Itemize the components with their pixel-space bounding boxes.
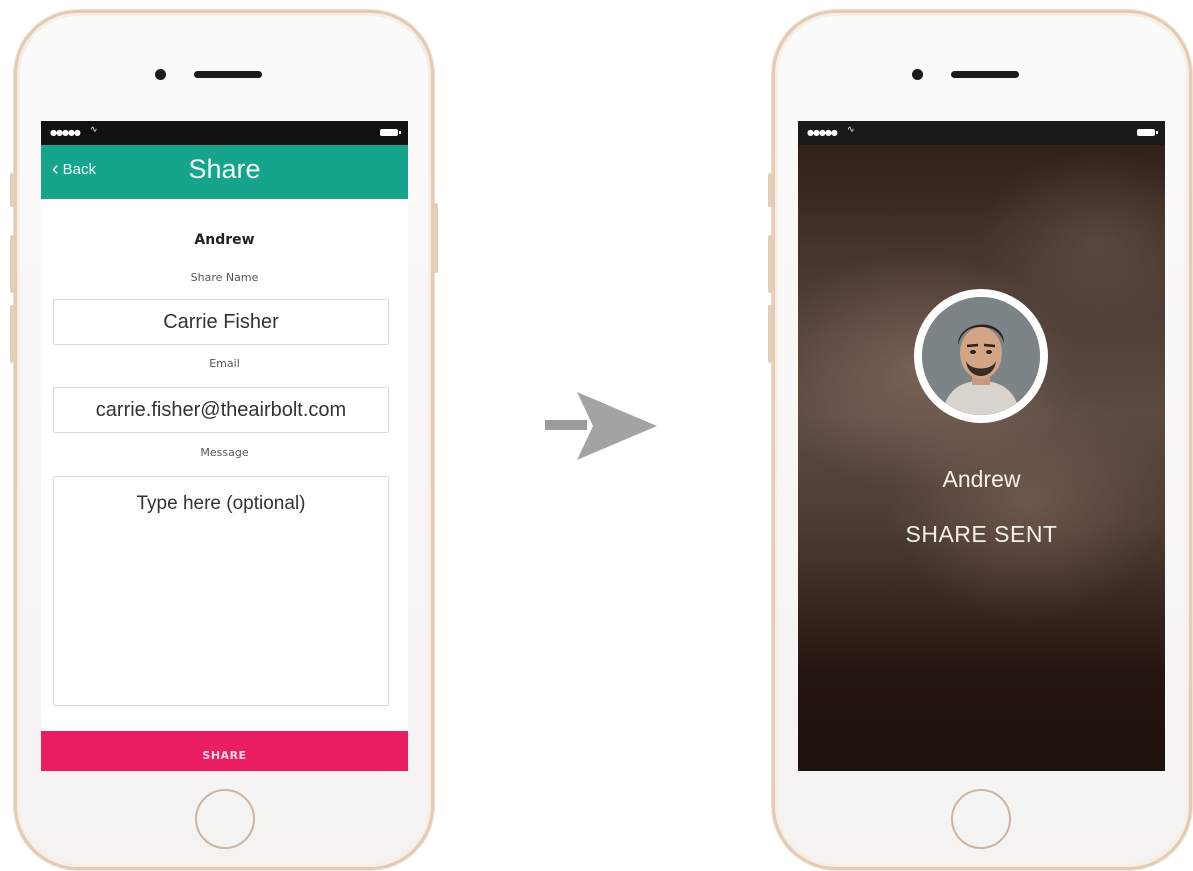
email-input[interactable]: [53, 387, 389, 433]
recipient-name: Andrew: [942, 466, 1021, 492]
home-button[interactable]: [951, 789, 1011, 849]
message-textarea[interactable]: [53, 476, 389, 706]
volume-down-button: [10, 305, 15, 363]
earpiece-speaker: [951, 71, 1019, 78]
right-phone-frame: ●●●●● ∿ Andrew SHARE SENT: [768, 10, 1192, 870]
nav-bar: ‹ Back Share: [41, 145, 408, 199]
avatar-photo: [922, 297, 1040, 415]
message-label: Message: [200, 446, 249, 459]
left-phone-frame: ●●●●● ∿ ‹ Back Share Andrew Share Name E…: [10, 10, 438, 870]
wifi-icon: ∿: [847, 125, 855, 135]
mute-switch: [10, 173, 15, 207]
page-title: Share: [188, 154, 261, 184]
arrow-right-icon: [545, 392, 657, 460]
earpiece-speaker: [194, 71, 262, 78]
avatar: [914, 289, 1048, 423]
email-label: Email: [209, 357, 240, 370]
volume-up-button: [10, 235, 15, 293]
share-sent-screen: ●●●●● ∿ Andrew SHARE SENT: [798, 121, 1165, 771]
status-bar: ●●●●● ∿: [798, 121, 1165, 145]
contact-name: Andrew: [194, 232, 255, 248]
status-bar: ●●●●● ∿: [41, 121, 408, 145]
share-form-screen: ●●●●● ∿ ‹ Back Share Andrew Share Name E…: [41, 121, 408, 771]
front-camera: [912, 69, 923, 80]
person-portrait-icon: [922, 297, 1040, 415]
signal-dots-icon: ●●●●●: [50, 128, 81, 137]
share-name-input[interactable]: [53, 299, 389, 345]
home-button[interactable]: [195, 789, 255, 849]
volume-up-button: [768, 235, 773, 293]
share-name-label: Share Name: [190, 271, 259, 284]
mute-switch: [768, 173, 773, 207]
signal-dots-icon: ●●●●●: [807, 128, 838, 137]
battery-icon: [1137, 129, 1158, 136]
power-button: [433, 203, 438, 273]
wifi-icon: ∿: [90, 125, 98, 135]
volume-down-button: [768, 305, 773, 363]
share-sent-status: SHARE SENT: [905, 521, 1058, 547]
front-camera: [155, 69, 166, 80]
battery-icon: [380, 129, 401, 136]
share-button[interactable]: SHARE: [41, 731, 408, 771]
